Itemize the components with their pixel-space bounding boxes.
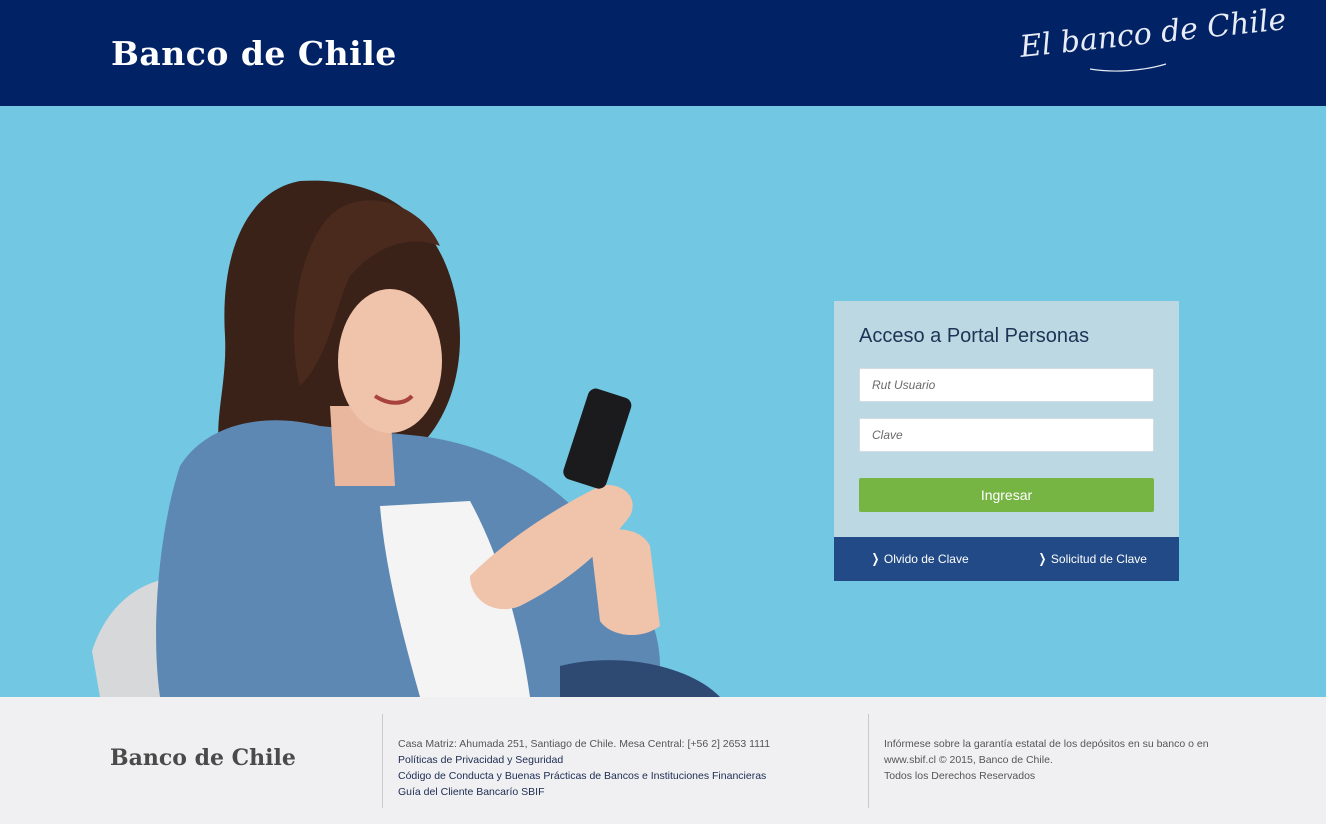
login-title: Acceso a Portal Personas (859, 325, 1090, 347)
footer-info: Casa Matriz: Ahumada 251, Santiago de Ch… (398, 736, 770, 800)
login-body: Acceso a Portal Personas Ingresar (834, 301, 1179, 537)
chevron-right-icon: ❯ (871, 551, 880, 566)
footer-divider (382, 714, 383, 808)
footer-logo: Banco de Chile (110, 745, 296, 771)
rut-input[interactable] (859, 368, 1154, 402)
slogan: El banco de Chile (1018, 2, 1288, 65)
footer-divider (868, 714, 869, 808)
footer-legal-line: Infórmese sobre la garantía estatal de l… (884, 738, 1209, 750)
slogan-underline (1089, 63, 1167, 72)
code-of-conduct-link[interactable]: Código de Conducta y Buenas Prácticas de… (398, 768, 770, 784)
request-password-label: Solicitud de Clave (1050, 552, 1147, 566)
footer-legal: Infórmese sobre la garantía estatal de l… (884, 736, 1209, 784)
sbif-guide-link[interactable]: Guía del Cliente Bancarío SBIF (398, 784, 770, 800)
forgot-password-label: Olvido de Clave (883, 552, 969, 566)
footer-legal-line: www.sbif.cl © 2015, Banco de Chile. (884, 754, 1053, 766)
footer: Banco de Chile Casa Matriz: Ahumada 251,… (0, 697, 1326, 824)
forgot-password-link[interactable]: ❯ Olvido de Clave (870, 551, 969, 567)
hero-banner: Acceso a Portal Personas Ingresar ❯ Olvi… (0, 106, 1326, 697)
face (338, 289, 442, 433)
login-panel: Acceso a Portal Personas Ingresar ❯ Olvi… (834, 301, 1179, 581)
phone-shape (563, 388, 632, 489)
ingresar-button[interactable]: Ingresar (859, 478, 1154, 512)
request-password-link[interactable]: ❯ Solicitud de Clave (1037, 551, 1147, 567)
footer-legal-line: Todos los Derechos Reservados (884, 770, 1036, 782)
footer-address: Casa Matriz: Ahumada 251, Santiago de Ch… (398, 738, 771, 750)
forearm (590, 529, 660, 636)
hero-image (92, 180, 720, 697)
chevron-right-icon: ❯ (1038, 551, 1047, 566)
login-links-bar: ❯ Olvido de Clave ❯ Solicitud de Clave (834, 537, 1179, 581)
bank-logo[interactable]: Banco de Chile (111, 34, 397, 73)
header: Banco de Chile El banco de Chile (0, 0, 1326, 106)
clave-input[interactable] (859, 418, 1154, 452)
jeans-shape (560, 660, 720, 697)
privacy-policy-link[interactable]: Políticas de Privacidad y Seguridad (398, 752, 770, 768)
